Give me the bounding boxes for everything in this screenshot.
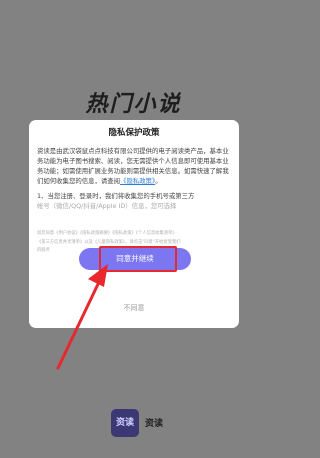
app-name: 资读 xyxy=(145,419,164,429)
pointer-arrow-icon xyxy=(56,264,108,370)
app-logo: 资读 xyxy=(111,409,139,437)
